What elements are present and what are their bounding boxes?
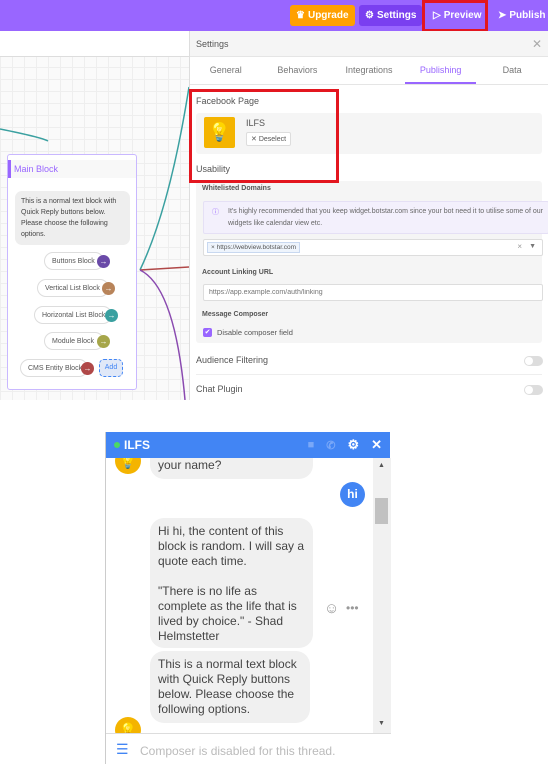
disable-composer-label: Disable composer field [217,328,293,337]
phone-icon[interactable]: ✆ [326,439,335,452]
user-message: hi [340,482,365,507]
settings-label: Settings [376,10,417,21]
highlight-facebook-page [189,89,339,183]
connection-line [139,266,189,271]
settings-panel: Settings ✕ General Behaviors Integrations… [189,31,548,400]
disable-composer-checkbox[interactable]: ✔ [203,328,212,337]
scrollbar-thumb[interactable] [375,498,388,524]
chat-plugin-toggle[interactable] [524,385,543,395]
quick-reply-label: Vertical List Block [45,284,100,292]
publish-button[interactable]: ➤ Publish [492,5,548,26]
video-icon[interactable]: ■ [308,439,315,451]
arrow-icon[interactable]: → [102,282,115,295]
highlight-preview [422,0,488,32]
audience-filtering-label: Audience Filtering [196,355,269,365]
scroll-down-icon[interactable]: ▼ [378,720,385,727]
quick-reply[interactable]: Buttons Block → [44,252,110,270]
divider [196,374,542,375]
quick-reply-label: Buttons Block [52,257,95,265]
gear-icon: ⚙ [365,10,374,21]
domain-tag-text: https://webview.botstar.com [216,244,297,251]
dropdown-arrow-icon[interactable]: ▼ [529,243,536,250]
chat-title: ILFS [124,438,150,452]
tab-general[interactable]: General [190,57,262,84]
info-icon: ⓘ [212,209,219,216]
send-icon: ➤ [498,10,507,21]
messenger-preview: ILFS ■ ✆ ⚙ ✕ 💡 your name? hi Hi hi, the … [105,432,391,764]
divider [106,733,391,734]
bot-avatar-bulb-icon: 💡 [115,458,141,474]
quick-reply[interactable]: CMS Entity Block → [20,359,94,377]
quick-reply[interactable]: Vertical List Block → [37,279,115,297]
info-text: It's highly recommended that you keep wi… [228,208,543,227]
connection-line [139,269,186,400]
whitelisted-domains-select[interactable]: × https://webview.botstar.com × ▼ [203,239,543,256]
publish-label: Publish [509,10,546,21]
crown-icon: ♛ [296,10,305,21]
upgrade-label: Upgrade [307,10,349,21]
add-quick-reply-button[interactable]: Add [99,359,123,377]
chat-header: ILFS ■ ✆ ⚙ ✕ [106,432,390,458]
main-block-node[interactable]: Main Block This is a normal text block w… [7,154,137,390]
gear-icon[interactable]: ⚙ [347,437,359,453]
quick-reply[interactable]: Horizontal List Block → [34,306,118,324]
composer-disabled-text: Composer is disabled for this thread. [140,744,336,758]
bot-message: your name? [150,458,313,479]
clear-icon[interactable]: × [517,242,522,251]
tab-publishing[interactable]: Publishing [404,57,477,84]
account-linking-input[interactable] [203,284,543,301]
canvas-toolbar [0,31,189,57]
audience-filtering-toggle[interactable] [524,356,543,366]
main-block-title: Main Block [8,160,136,178]
upgrade-button[interactable]: ♛ Upgrade [290,5,355,26]
settings-header: Settings ✕ [190,31,548,57]
main-block-text: This is a normal text block with Quick R… [15,191,130,245]
quick-reply-label: CMS Entity Block [28,364,83,372]
usability-section: Whitelisted Domains ⓘ It's highly recomme… [196,181,548,343]
tab-integrations[interactable]: Integrations [333,57,405,84]
online-status-icon [114,442,120,448]
arrow-icon[interactable]: → [105,309,118,322]
menu-icon[interactable]: ☰ [116,741,129,758]
settings-title: Settings [196,38,229,49]
info-notice: ⓘ It's highly recommended that you keep w… [203,201,548,234]
whitelisted-domains-label: Whitelisted Domains [202,185,271,192]
bot-avatar-bulb-icon: 💡 [115,717,141,733]
connection-line [139,86,189,271]
arrow-icon[interactable]: → [81,362,94,375]
bot-message: This is a normal text block with Quick R… [150,651,310,723]
more-options-icon[interactable]: ••• [346,601,359,615]
domain-tag[interactable]: × https://webview.botstar.com [207,242,301,253]
bot-message: Hi hi, the content of this block is rand… [150,518,313,648]
quick-reply-label: Module Block [52,337,95,345]
scroll-up-icon[interactable]: ▲ [378,462,385,469]
tab-data[interactable]: Data [476,57,548,84]
settings-tabs: General Behaviors Integrations Publishin… [190,57,548,85]
connection-line [0,128,49,142]
close-icon[interactable]: ✕ [532,37,542,51]
message-composer-label: Message Composer [202,311,269,318]
chat-plugin-label: Chat Plugin [196,384,243,394]
tab-behaviors[interactable]: Behaviors [262,57,334,84]
scrollbar[interactable]: ▲ ▼ [373,458,391,733]
arrow-icon[interactable]: → [97,335,110,348]
account-linking-label: Account Linking URL [202,269,274,276]
quick-reply[interactable]: Module Block → [44,332,110,350]
close-icon[interactable]: ✕ [371,437,382,453]
emoji-reaction-icon[interactable]: ☺ [324,600,339,617]
settings-button[interactable]: ⚙ Settings [359,5,423,26]
message-list[interactable]: 💡 your name? hi Hi hi, the content of th… [106,458,373,733]
arrow-icon[interactable]: → [97,255,110,268]
quick-reply-label: Horizontal List Block [42,311,106,319]
